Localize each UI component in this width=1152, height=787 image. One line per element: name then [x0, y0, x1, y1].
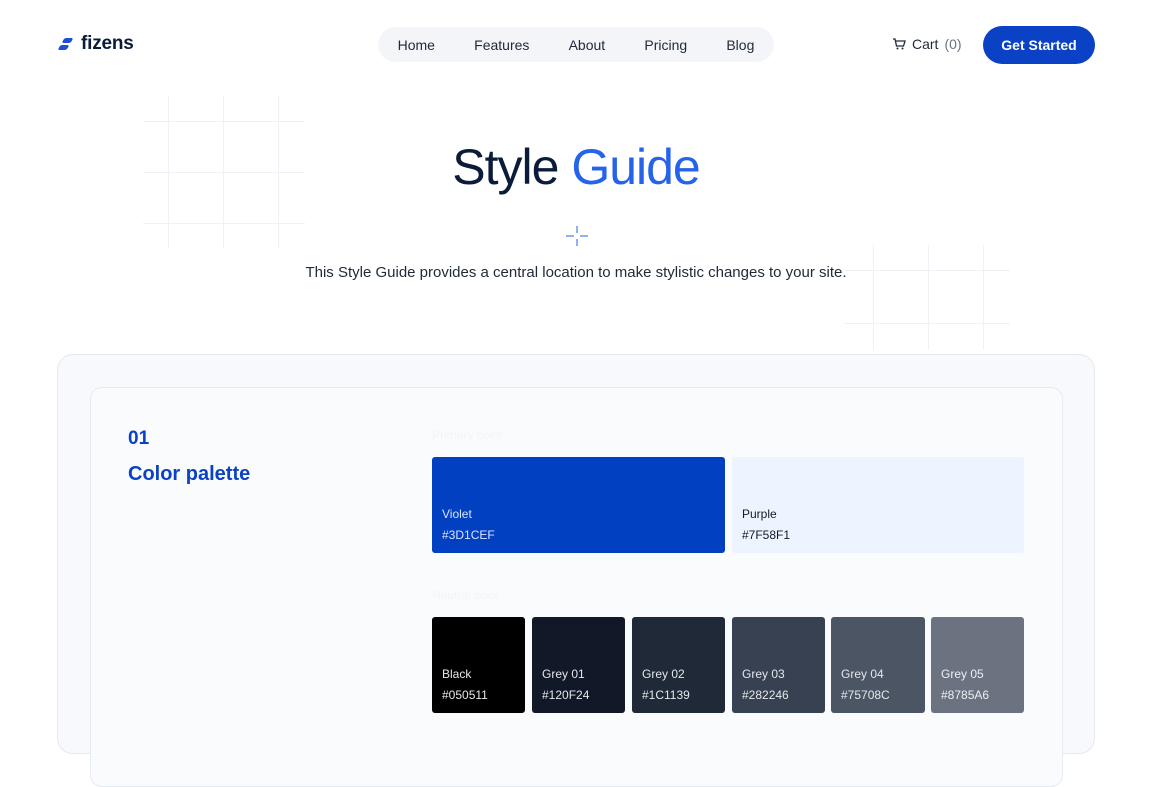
- sparkle-icon: [566, 226, 588, 246]
- title-main: Style: [452, 139, 559, 195]
- swatch-hex: #1C1139: [642, 688, 690, 702]
- nav-home[interactable]: Home: [394, 37, 439, 53]
- swatch-violet: Violet #3D1CEF: [432, 457, 725, 553]
- swatch-hex: #75708C: [841, 688, 890, 702]
- swatch-hex: #120F24: [542, 688, 590, 702]
- logo-text: fizens: [81, 33, 134, 54]
- logo[interactable]: fizens: [57, 33, 134, 55]
- get-started-button[interactable]: Get Started: [983, 26, 1095, 64]
- section-number: 01: [128, 428, 150, 449]
- main-nav: Home Features About Pricing Blog: [378, 27, 774, 62]
- swatch-grey-04: Grey 04 #75708C: [831, 617, 925, 713]
- swatch-hex: #3D1CEF: [442, 528, 495, 542]
- hero-subtitle: This Style Guide provides a central loca…: [305, 264, 847, 281]
- cart-icon: [893, 38, 906, 50]
- swatch-name: Grey 02: [642, 667, 685, 681]
- section-title: Color palette: [128, 463, 251, 485]
- swatch-grey-05: Grey 05 #8785A6: [931, 617, 1024, 713]
- swatch-purple: Purple #7F58F1: [732, 457, 1024, 553]
- swatch-name: Black: [442, 667, 472, 681]
- logo-mark-icon: [57, 35, 75, 53]
- swatch-name: Grey 05: [941, 667, 984, 681]
- swatch-black: Black #050511: [432, 617, 525, 713]
- nav-about[interactable]: About: [565, 37, 610, 53]
- swatch-hex: #8785A6: [941, 688, 990, 702]
- decorative-grid-right: [845, 245, 1010, 350]
- swatch-name: Violet: [442, 507, 472, 521]
- cart-label: Cart: [912, 36, 939, 52]
- swatch-hex: #282246: [742, 688, 789, 702]
- title-accent: Guide: [571, 139, 700, 195]
- nav-features[interactable]: Features: [470, 37, 533, 53]
- swatch-hex: #050511: [442, 688, 488, 702]
- swatch-name: Grey 03: [742, 667, 785, 681]
- nav-blog[interactable]: Blog: [722, 37, 758, 53]
- swatch-grey-01: Grey 01 #120F24: [532, 617, 625, 713]
- nav-pricing[interactable]: Pricing: [640, 37, 691, 53]
- page-title: Style Guide: [0, 138, 1152, 196]
- swatch-name: Grey 04: [841, 667, 884, 681]
- swatch-hex: #7F58F1: [742, 528, 791, 542]
- neutral-color-label: Neutral color: [432, 588, 501, 602]
- swatch-name: Grey 01: [542, 667, 585, 681]
- swatch-grey-03: Grey 03 #282246: [732, 617, 825, 713]
- swatch-name: Purple: [742, 507, 777, 521]
- primary-color-label: Primary color: [432, 428, 503, 442]
- swatch-grey-02: Grey 02 #1C1139: [632, 617, 725, 713]
- cart-link[interactable]: Cart (0): [892, 36, 962, 52]
- cart-count: (0): [944, 36, 962, 52]
- color-palette-card: [90, 387, 1063, 787]
